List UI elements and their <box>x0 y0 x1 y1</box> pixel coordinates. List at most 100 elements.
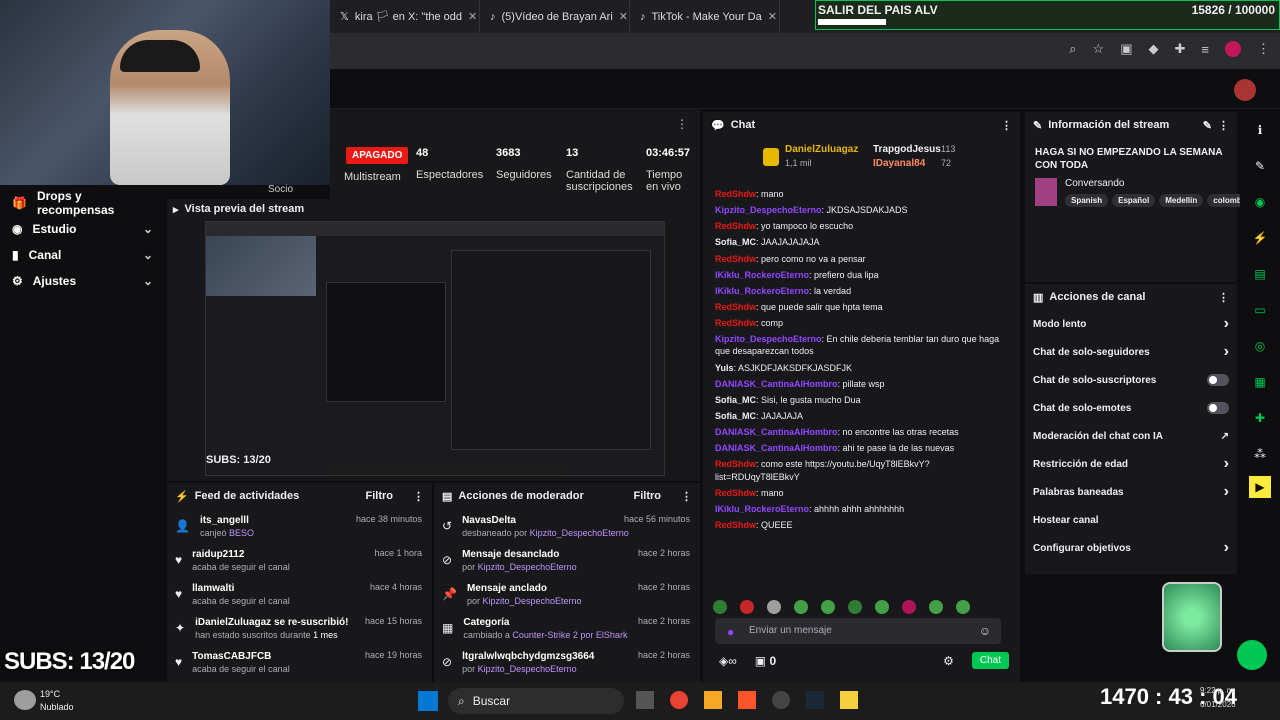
doc-icon[interactable]: ▤ <box>1240 256 1280 292</box>
chat-username[interactable]: RedShdw <box>715 318 756 328</box>
chevron-right-icon[interactable]: › <box>1224 343 1229 361</box>
chat-username[interactable]: Kipzito_DespechoEterno <box>715 205 822 215</box>
chat-icon[interactable]: ▭ <box>1240 292 1280 328</box>
channel-action[interactable]: Chat de solo-suscriptores <box>1025 366 1237 394</box>
chrome-icon[interactable] <box>670 691 688 709</box>
emote-icon[interactable] <box>713 600 727 614</box>
nav-drops[interactable]: 🎁 Drops y recompensas <box>0 189 165 217</box>
folder-icon[interactable] <box>704 691 722 709</box>
chat-username[interactable]: Yuls <box>715 363 734 373</box>
search-box[interactable]: ⌕ Buscar <box>448 688 624 714</box>
puzzle-icon[interactable]: ✚ <box>1175 41 1186 57</box>
browser-tab[interactable]: ♪ TikTok - Make Your Da ✕ <box>630 0 780 33</box>
broadcast-icon[interactable] <box>1237 640 1267 670</box>
leaderboard[interactable]: DanielZuluagaz 1,1 mil TrapgodJesus 113 … <box>763 142 1013 182</box>
chat-username[interactable]: Sofia_MC <box>715 395 756 405</box>
emote-icon[interactable] <box>740 600 754 614</box>
channel-action[interactable]: Hostear canal <box>1025 506 1237 534</box>
avatar[interactable] <box>1225 41 1241 57</box>
taskview-icon[interactable] <box>636 691 654 709</box>
chat-username[interactable]: RedShdw <box>715 520 756 530</box>
chat-username[interactable]: IKiklu_RockeroEterno <box>715 286 809 296</box>
tool-icon[interactable]: ✚ <box>1240 400 1280 436</box>
close-icon[interactable]: ✕ <box>619 10 628 23</box>
windows-icon[interactable] <box>418 691 438 711</box>
close-icon[interactable]: ✕ <box>468 10 477 23</box>
channel-action[interactable]: Moderación del chat con IA ↗ <box>1025 422 1237 450</box>
chat-username[interactable]: RedShdw <box>715 302 756 312</box>
bits-icon[interactable]: ◈∞ <box>719 654 737 668</box>
emote-icon[interactable] <box>821 600 835 614</box>
obs-icon[interactable] <box>772 691 790 709</box>
nav-settings[interactable]: ⚙ Ajustes ⌄ <box>0 268 165 294</box>
emote-icon[interactable] <box>902 600 916 614</box>
nav-studio[interactable]: ◉ Estudio ⌄ <box>0 216 165 242</box>
bolt-icon[interactable]: ⚡ <box>1240 220 1280 256</box>
emote-icon[interactable] <box>767 600 781 614</box>
chevron-right-icon[interactable]: › <box>1224 539 1229 557</box>
pencil-icon[interactable]: ✎ <box>1240 148 1280 184</box>
list-icon[interactable]: ≡ <box>1201 42 1209 57</box>
emote-icon[interactable] <box>929 600 943 614</box>
toggle-switch[interactable] <box>1207 402 1229 414</box>
channel-action[interactable]: Chat de solo-emotes <box>1025 394 1237 422</box>
toggle-switch[interactable] <box>1207 374 1229 386</box>
chat-username[interactable]: DANIASK_CantinaAlHombro <box>715 443 838 453</box>
chat-username[interactable]: RedShdw <box>715 459 756 469</box>
send-button[interactable]: Chat <box>971 652 1009 669</box>
chat-username[interactable]: DANIASK_CantinaAlHombro <box>715 427 838 437</box>
chat-username[interactable]: Kipzito_DespechoEterno <box>715 334 822 344</box>
chat-username[interactable]: RedShdw <box>715 254 756 264</box>
camera-icon[interactable]: ◉ <box>1240 184 1280 220</box>
stack-icon[interactable]: ▦ <box>1240 364 1280 400</box>
media-icon[interactable]: ▣ <box>1120 41 1132 57</box>
chat-username[interactable]: Sofia_MC <box>715 237 756 247</box>
channel-action[interactable]: Chat de solo-seguidores › <box>1025 338 1237 366</box>
steam-icon[interactable] <box>806 691 824 709</box>
chat-username[interactable]: IKiklu_RockeroEterno <box>715 504 809 514</box>
channel-action[interactable]: Palabras baneadas › <box>1025 478 1237 506</box>
nav-channel[interactable]: ▮ Canal ⌄ <box>0 242 165 268</box>
channel-action[interactable]: Configurar objetivos › <box>1025 534 1237 562</box>
emote-icon[interactable] <box>794 600 808 614</box>
emote-icon[interactable] <box>875 600 889 614</box>
avatar[interactable] <box>1234 79 1256 101</box>
address-bar[interactable]: ⌕ ☆ ▣ ◆ ✚ ≡ ⋮ <box>330 33 1280 69</box>
brave-icon[interactable] <box>738 691 756 709</box>
chevron-right-icon[interactable]: › <box>1224 483 1229 501</box>
points-icon[interactable]: ▣ 0 <box>755 654 776 668</box>
clapper-icon[interactable]: ▶ <box>1249 476 1271 498</box>
menu-icon[interactable]: ⋮ <box>1218 119 1229 132</box>
chevron-right-icon[interactable]: › <box>1224 315 1229 333</box>
browser-tab[interactable]: ♪ (5)Vídeo de Brayan Ari ✕ <box>480 0 630 33</box>
emote-icon[interactable] <box>848 600 862 614</box>
menu-icon[interactable]: ⋮ <box>676 117 688 131</box>
chat-username[interactable]: IKiklu_RockeroEterno <box>715 270 809 280</box>
browser-tab[interactable]: 𝕏kira 🏳 en X: "the odd ✕ <box>330 0 480 33</box>
external-link-icon[interactable]: ↗ <box>1221 431 1229 442</box>
chat-username[interactable]: DANIASK_CantinaAlHombro <box>715 379 838 389</box>
preview-video[interactable]: SUBS: 13/20 <box>205 221 665 476</box>
filter-button[interactable]: Filtro <box>366 490 394 502</box>
star-icon[interactable]: ☆ <box>1093 41 1105 57</box>
menu-icon[interactable]: ⋮ <box>1257 41 1270 57</box>
channel-action[interactable]: Modo lento › <box>1025 310 1237 338</box>
emote-icon[interactable] <box>956 600 970 614</box>
chat-username[interactable]: Sofia_MC <box>715 411 756 421</box>
menu-icon[interactable]: ⋮ <box>413 490 424 503</box>
extension-icon[interactable]: ◆ <box>1149 41 1159 57</box>
multistream-label[interactable]: Multistream <box>344 171 401 183</box>
menu-icon[interactable]: ⋮ <box>1218 291 1229 304</box>
chat-username[interactable]: RedShdw <box>715 189 756 199</box>
app-icon[interactable] <box>840 691 858 709</box>
gear-icon[interactable]: ⚙ <box>943 654 954 668</box>
zoom-icon[interactable]: ⌕ <box>1069 41 1076 57</box>
broadcast-icon[interactable]: ◎ <box>1240 328 1280 364</box>
chevron-right-icon[interactable]: › <box>1224 455 1229 473</box>
edit-icon[interactable]: ✎ <box>1203 119 1212 132</box>
menu-icon[interactable]: ⋮ <box>1001 119 1012 132</box>
chat-username[interactable]: RedShdw <box>715 488 756 498</box>
close-icon[interactable]: ✕ <box>768 10 777 23</box>
filter-button[interactable]: Filtro <box>634 490 662 502</box>
emoji-icon[interactable]: ☺ <box>979 624 991 638</box>
